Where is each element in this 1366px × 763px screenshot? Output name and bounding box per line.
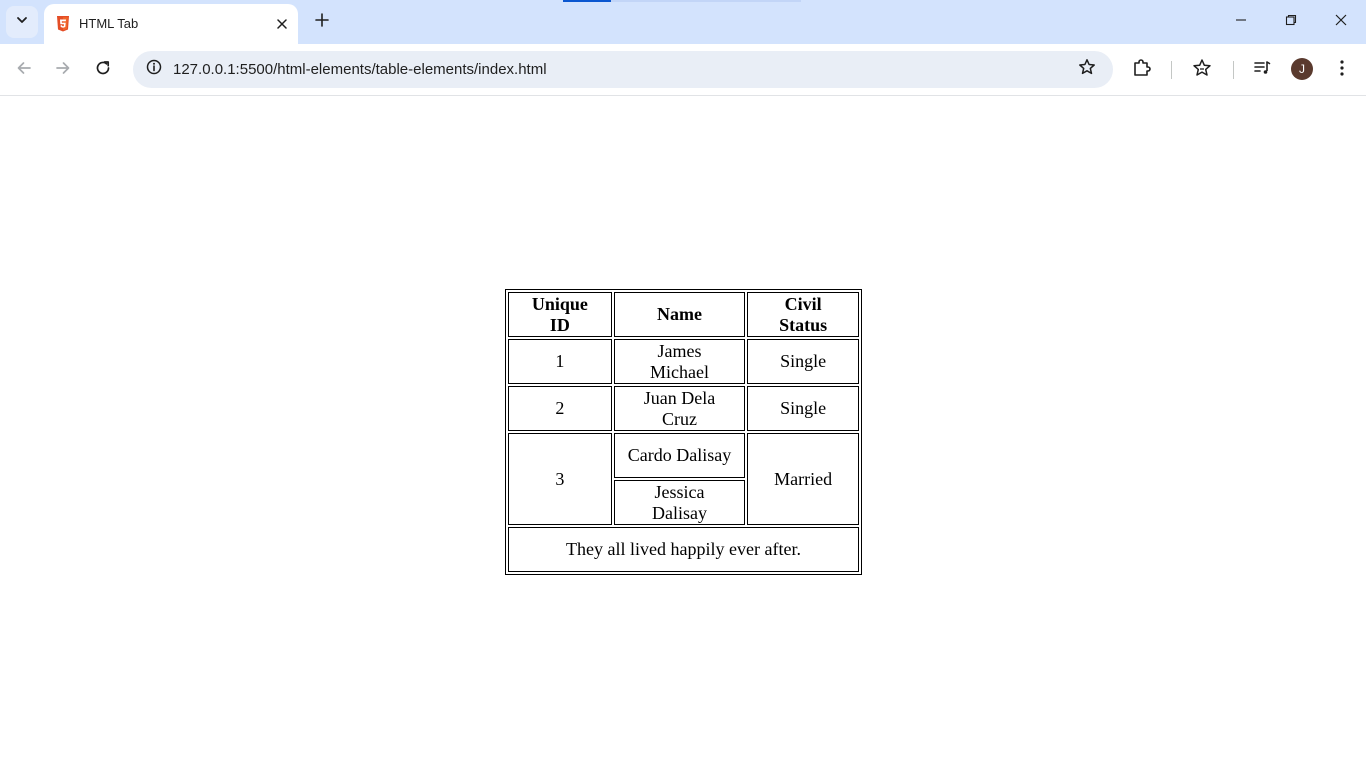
table-footer-row: They all lived happily ever after. (508, 527, 859, 572)
star-list-icon (1192, 58, 1212, 83)
cell-name: Cardo Dalisay (613, 433, 746, 478)
cell-name: Juan Dela Cruz (613, 386, 746, 431)
html5-icon (56, 16, 70, 32)
browser-toolbar: 127.0.0.1:5500/html-elements/table-eleme… (0, 44, 1366, 96)
cell-name: Jessica Dalisay (613, 480, 746, 525)
table-row: 1 James Michael Single (508, 339, 859, 384)
header-civil-status: Civil Status (747, 292, 859, 337)
restore-icon (1285, 13, 1297, 31)
restore-button[interactable] (1266, 0, 1316, 44)
table-header-row: Unique ID Name Civil Status (508, 292, 859, 337)
toolbar-separator (1171, 61, 1172, 79)
close-window-button[interactable] (1316, 0, 1366, 44)
url-text[interactable]: 127.0.0.1:5500/html-elements/table-eleme… (173, 61, 547, 78)
tab-group-indicator-track (611, 0, 801, 2)
cell-status: Single (747, 386, 859, 431)
toolbar-separator (1233, 61, 1234, 79)
cell-id-merged: 3 (508, 433, 612, 525)
minimize-button[interactable] (1216, 0, 1266, 44)
cell-id: 1 (508, 339, 612, 384)
people-table: Unique ID Name Civil Status 1 James Mich… (505, 289, 862, 575)
tab-search-button[interactable] (6, 6, 38, 38)
media-controls-button[interactable] (1245, 53, 1279, 87)
bookmarks-menu-button[interactable] (1185, 53, 1219, 87)
page-viewport: Unique ID Name Civil Status 1 James Mich… (0, 97, 1366, 763)
site-info-button[interactable] (139, 55, 168, 84)
minimize-icon (1235, 13, 1247, 31)
extensions-button[interactable] (1125, 53, 1159, 87)
bookmark-button[interactable] (1070, 53, 1103, 86)
reload-button[interactable] (86, 53, 120, 87)
profile-avatar[interactable]: J (1291, 58, 1313, 80)
cell-status-merged: Married (747, 433, 859, 525)
cell-name: James Michael (613, 339, 746, 384)
tab-title: HTML Tab (79, 16, 139, 31)
new-tab-button[interactable] (308, 8, 336, 36)
active-tab[interactable]: HTML Tab (44, 4, 298, 44)
cell-status: Single (747, 339, 859, 384)
table-footer-text: They all lived happily ever after. (508, 527, 859, 572)
chevron-down-icon (15, 13, 29, 32)
info-icon (146, 59, 162, 80)
close-window-icon (1335, 13, 1347, 31)
cell-id: 2 (508, 386, 612, 431)
arrow-left-icon (16, 60, 32, 81)
back-button[interactable] (7, 53, 41, 87)
table-row: 2 Juan Dela Cruz Single (508, 386, 859, 431)
forward-button[interactable] (46, 53, 80, 87)
browser-menu-button[interactable] (1325, 53, 1359, 87)
header-name: Name (613, 292, 746, 337)
plus-icon (315, 12, 329, 32)
tab-strip: HTML Tab (0, 0, 1366, 44)
header-unique-id: Unique ID (508, 292, 612, 337)
puzzle-icon (1132, 58, 1152, 83)
arrow-right-icon (55, 60, 71, 81)
table-row: 3 Cardo Dalisay Married (508, 433, 859, 525)
tab-group-indicator (563, 0, 611, 2)
close-icon[interactable] (272, 14, 292, 34)
kebab-icon (1340, 59, 1344, 81)
address-bar[interactable]: 127.0.0.1:5500/html-elements/table-eleme… (133, 51, 1113, 88)
star-icon (1078, 58, 1096, 81)
media-queue-icon (1253, 59, 1271, 82)
reload-icon (95, 60, 111, 81)
